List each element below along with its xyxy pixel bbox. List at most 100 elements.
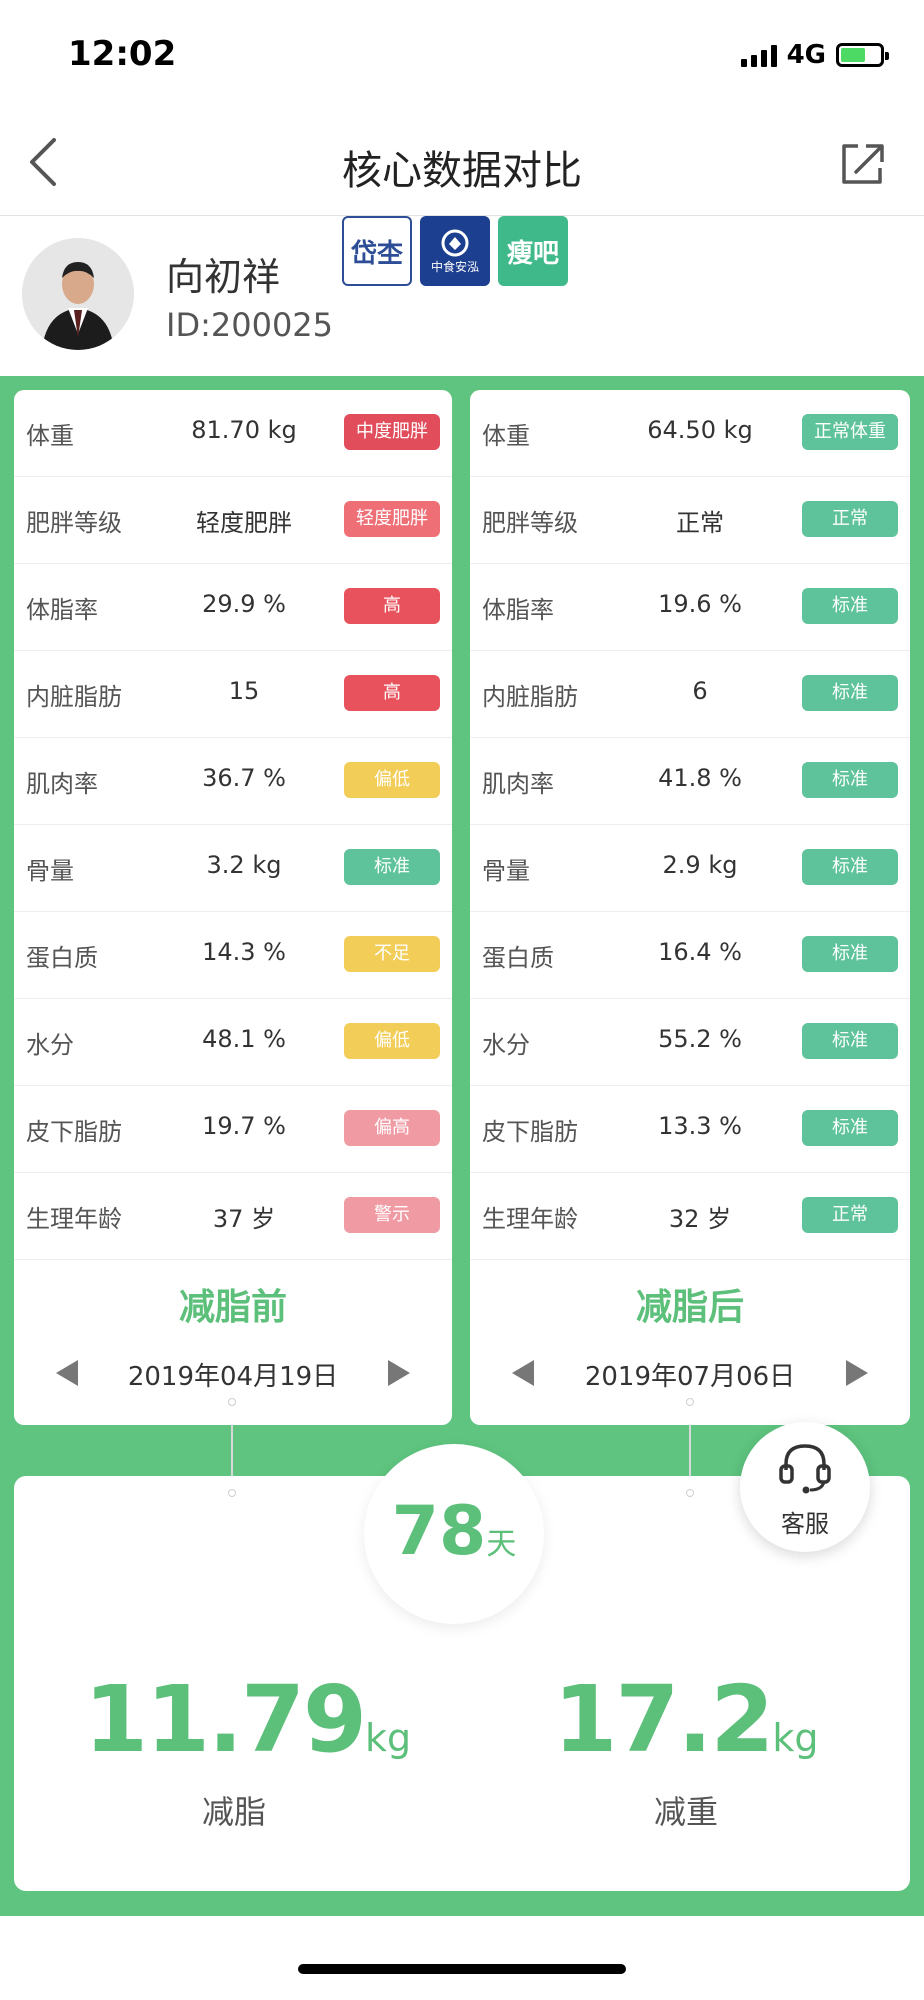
- status-badge: 标准: [802, 588, 898, 624]
- status-bar: 12:02 4G: [0, 0, 924, 110]
- metric-row: 皮下脂肪 19.7 % 偏高: [14, 1086, 452, 1173]
- status-badge: 标准: [802, 936, 898, 972]
- metric-value: 36.7 %: [202, 764, 286, 792]
- metric-label: 内脏脂肪: [26, 683, 122, 711]
- status-badge: 偏低: [344, 1023, 440, 1059]
- metric-label: 皮下脂肪: [26, 1118, 122, 1146]
- signal-icon: [740, 43, 777, 67]
- metric-label: 肥胖等级: [482, 509, 578, 537]
- metric-row: 体脂率 29.9 % 高: [14, 564, 452, 651]
- metric-row: 内脏脂肪 6 标准: [470, 651, 910, 738]
- comparison-panel: 体重 81.70 kg 中度肥胖 肥胖等级 轻度肥胖 轻度肥胖 体脂率 29.9 % 高内脏脂肪…: [0, 376, 924, 1916]
- metric-row: 肌肉率 36.7 % 偏低: [14, 738, 452, 825]
- status-badge: 标准: [802, 762, 898, 798]
- status-badge: 标准: [344, 849, 440, 885]
- metric-label: 水分: [26, 1031, 74, 1059]
- metric-row: 体脂率 19.6 % 标准: [470, 564, 910, 651]
- metric-row: 骨量 3.2 kg 标准: [14, 825, 452, 912]
- home-indicator[interactable]: [298, 1964, 626, 1974]
- metric-value: 15: [228, 677, 260, 705]
- shouba-logo: 瘦吧: [498, 216, 568, 286]
- metric-row: 内脏脂肪 15 高: [14, 651, 452, 738]
- fat-loss-stat: 11.79kg 减脂: [84, 1666, 411, 1833]
- status-time: 12:02: [68, 34, 177, 74]
- user-profile: 向初祥 ID:200025 岱杢 中食安泓 瘦吧: [0, 216, 924, 376]
- status-badge: 高: [344, 588, 440, 624]
- before-date-selector: 2019年04月19日: [14, 1350, 452, 1400]
- after-caption: 减脂后: [635, 1287, 744, 1328]
- page-title: 核心数据对比: [342, 148, 582, 194]
- metric-value: 29.9 %: [202, 590, 286, 618]
- metric-value: 13.3 %: [658, 1112, 742, 1140]
- metric-row: 生理年龄 32 岁 正常: [470, 1173, 910, 1260]
- metric-value: 轻度肥胖: [196, 509, 292, 537]
- metric-row: 肥胖等级 正常 正常: [470, 477, 910, 564]
- share-icon[interactable]: [834, 136, 890, 192]
- fat-loss-value: 11.79: [84, 1666, 367, 1773]
- metric-label: 生理年龄: [482, 1205, 578, 1233]
- next-date-icon[interactable]: [846, 1360, 868, 1386]
- connector-dot: [228, 1489, 236, 1497]
- metric-label: 蛋白质: [26, 944, 98, 972]
- weight-loss-unit: kg: [772, 1716, 819, 1760]
- metric-row: 蛋白质 16.4 % 标准: [470, 912, 910, 999]
- status-badge: 偏低: [344, 762, 440, 798]
- user-name: 向初祥: [166, 255, 281, 299]
- after-metrics-list: 体重 64.50 kg 正常体重 肥胖等级 正常 正常 体脂率 19.6 % 标准 内脏脂肪 6 标准…: [470, 390, 910, 1260]
- metric-label: 内脏脂肪: [482, 683, 578, 711]
- metric-label: 骨量: [482, 857, 530, 885]
- status-badge: 正常: [802, 501, 898, 537]
- metric-value: 6: [692, 677, 708, 705]
- metric-value: 81.70 kg: [191, 416, 297, 444]
- connector-dot: [228, 1398, 236, 1406]
- metric-value: 64.50 kg: [647, 416, 753, 444]
- metric-label: 肌肉率: [26, 770, 98, 798]
- status-badge: 标准: [802, 849, 898, 885]
- before-date: 2019年04月19日: [127, 1362, 339, 1392]
- metric-value: 32 岁: [668, 1205, 732, 1233]
- status-badge: 标准: [802, 675, 898, 711]
- partner-logos: 岱杢 中食安泓 瘦吧: [342, 216, 568, 286]
- status-badge: 中度肥胖: [344, 414, 440, 450]
- metric-row: 皮下脂肪 13.3 % 标准: [470, 1086, 910, 1173]
- fat-loss-label: 减脂: [201, 1793, 266, 1831]
- connector-dot: [686, 1489, 694, 1497]
- before-card: 体重 81.70 kg 中度肥胖 肥胖等级 轻度肥胖 轻度肥胖 体脂率 29.9 % 高内脏脂肪…: [14, 390, 452, 1425]
- days-count: 78: [391, 1492, 487, 1571]
- status-badge: 正常: [802, 1197, 898, 1233]
- metric-value: 14.3 %: [202, 938, 286, 966]
- metric-label: 蛋白质: [482, 944, 554, 972]
- metric-row: 肌肉率 41.8 % 标准: [470, 738, 910, 825]
- status-badge: 警示: [344, 1197, 440, 1233]
- metric-value: 48.1 %: [202, 1025, 286, 1053]
- after-date-selector: 2019年07月06日: [470, 1350, 910, 1400]
- metric-row: 生理年龄 37 岁 警示: [14, 1173, 452, 1260]
- battery-icon: [836, 43, 889, 67]
- next-date-icon[interactable]: [388, 1360, 410, 1386]
- metric-value: 正常: [676, 509, 724, 537]
- customer-service-button[interactable]: 客服: [740, 1422, 870, 1552]
- user-id: ID:200025: [166, 306, 334, 344]
- status-indicators: 4G: [740, 40, 889, 70]
- weight-loss-stat: 17.2kg 减重: [536, 1666, 836, 1833]
- metric-row: 水分 48.1 % 偏低: [14, 999, 452, 1086]
- before-metrics-list: 体重 81.70 kg 中度肥胖 肥胖等级 轻度肥胖 轻度肥胖 体脂率 29.9 % 高内脏脂肪…: [14, 390, 452, 1260]
- fat-loss-unit: kg: [365, 1716, 412, 1760]
- metric-value: 19.7 %: [202, 1112, 286, 1140]
- connector-dot: [686, 1398, 694, 1406]
- metric-value: 19.6 %: [658, 590, 742, 618]
- metric-row: 蛋白质 14.3 % 不足: [14, 912, 452, 999]
- customer-service-label: 客服: [781, 1510, 829, 1538]
- status-badge: 不足: [344, 936, 440, 972]
- metric-label: 生理年龄: [26, 1205, 122, 1233]
- metric-label: 体重: [482, 422, 530, 450]
- status-badge: 高: [344, 675, 440, 711]
- metric-value: 41.8 %: [658, 764, 742, 792]
- network-type: 4G: [786, 40, 826, 70]
- metric-row: 体重 64.50 kg 正常体重: [470, 390, 910, 477]
- pz-logo: 岱杢: [342, 216, 412, 286]
- headset-icon: [779, 1444, 831, 1494]
- food-safety-logo: 中食安泓: [420, 216, 490, 286]
- after-date: 2019年07月06日: [584, 1362, 796, 1392]
- metric-label: 肌肉率: [482, 770, 554, 798]
